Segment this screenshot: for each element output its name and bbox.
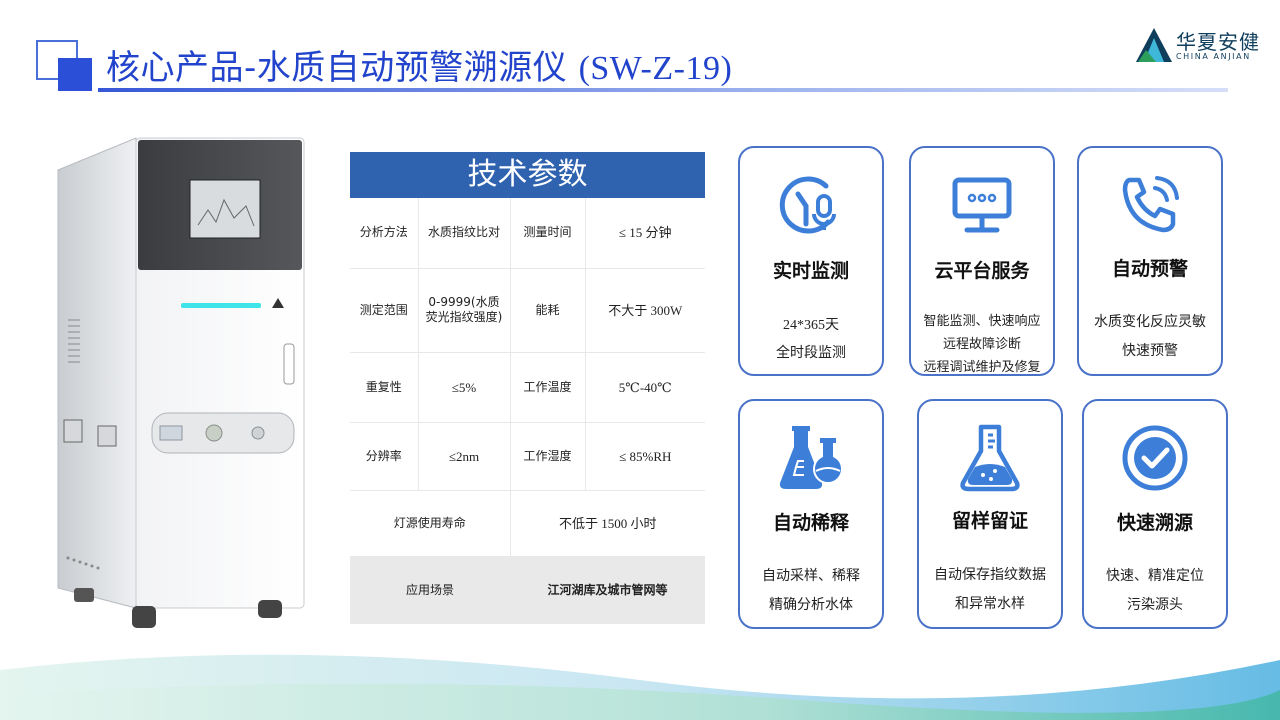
param-label: 工作湿度 — [510, 422, 586, 491]
feature-card-trace: 快速溯源 快速、精准定位 污染源头 — [1082, 399, 1228, 629]
card-line: 快速预警 — [1122, 343, 1178, 359]
param-label: 能耗 — [510, 268, 586, 353]
card-line: 自动保存指纹数据 — [934, 567, 1046, 583]
title-deco-square — [58, 58, 92, 91]
param-value: 江河湖库及城市管网等 — [510, 556, 705, 624]
card-title: 自动稀释 — [772, 512, 849, 534]
check-circle-icon — [1122, 425, 1188, 491]
card-title: 留样留证 — [951, 510, 1028, 532]
param-value: ≤ 85%RH — [585, 422, 705, 491]
param-label: 分析方法 — [350, 198, 419, 269]
card-line: 水质变化反应灵敏 — [1094, 314, 1206, 330]
tech-params-heading: 技术参数 — [350, 152, 705, 198]
logo-name-cn: 华夏安健 — [1176, 30, 1260, 54]
feature-card-realtime: 实时监测 24*365天 全时段监测 — [738, 146, 884, 376]
param-label: 测定范围 — [350, 268, 419, 353]
clock-monitor-icon — [779, 176, 836, 234]
card-line: 24*365天 — [783, 318, 839, 333]
card-line: 快速、精准定位 — [1106, 568, 1204, 584]
table-row: 灯源使用寿命 不低于 1500 小时 — [350, 490, 705, 557]
feature-card-cloud: 云平台服务 智能监测、快速响应 远程故障诊断 远程调试维护及修复 — [909, 146, 1055, 376]
params-grid: 分析方法 水质指纹比对 测量时间 ≤ 15 分钟 测定范围 0-9999(水质荧… — [350, 198, 705, 624]
param-value: 5℃-40℃ — [585, 352, 705, 423]
param-value: 不低于 1500 小时 — [510, 490, 705, 557]
card-title: 云平台服务 — [934, 260, 1030, 282]
feature-card-dilution: 自动稀释 自动采样、稀释 精确分析水体 — [738, 399, 884, 629]
table-row: 应用场景 江河湖库及城市管网等 — [350, 556, 705, 624]
param-value: 不大于 300W — [585, 268, 705, 353]
param-label: 分辨率 — [350, 422, 419, 491]
feature-card-sample: 留样留证 自动保存指纹数据 和异常水样 — [917, 399, 1063, 629]
cloud-server-monitor-icon — [952, 177, 1012, 233]
table-row: 分析方法 水质指纹比对 测量时间 ≤ 15 分钟 — [350, 198, 705, 269]
card-line: 智能监测、快速响应 — [923, 314, 1041, 329]
feature-card-alert: 自动预警 水质变化反应灵敏 快速预警 — [1077, 146, 1223, 376]
card-line: 远程调试维护及修复 — [923, 360, 1041, 375]
param-value: ≤5% — [418, 352, 511, 423]
sample-flask-icon — [960, 424, 1020, 492]
card-line: 精确分析水体 — [769, 597, 853, 613]
param-value: ≤ 15 分钟 — [585, 198, 705, 269]
param-label: 应用场景 — [350, 556, 510, 624]
phone-alert-icon — [1122, 176, 1179, 233]
card-line: 远程故障诊断 — [942, 337, 1021, 352]
card-line: 污染源头 — [1127, 597, 1183, 613]
logo-mountain-icon — [1136, 28, 1172, 62]
page-title-text: 核心产品-水质自动预警溯源仪 — [106, 48, 579, 88]
tech-params-table: 技术参数 分析方法 水质指纹比对 测量时间 ≤ 15 分钟 测定范围 0-999… — [350, 152, 705, 624]
param-label: 测量时间 — [510, 198, 586, 269]
param-label: 重复性 — [350, 352, 419, 423]
table-row: 测定范围 0-9999(水质荧光指纹强度) 能耗 不大于 300W — [350, 268, 705, 353]
bottom-wave-decoration — [0, 654, 1280, 720]
card-title: 实时监测 — [772, 260, 849, 282]
param-value: 0-9999(水质荧光指纹强度) — [418, 268, 511, 353]
card-title: 快速溯源 — [1116, 512, 1193, 534]
title-underline — [98, 88, 1228, 92]
card-line: 自动采样、稀释 — [762, 568, 860, 584]
table-row: 重复性 ≤5% 工作温度 5℃-40℃ — [350, 352, 705, 423]
logo-name-en: CHINA ANJIAN — [1176, 52, 1251, 61]
param-value: 水质指纹比对 — [418, 198, 511, 269]
flask-icon — [779, 426, 843, 489]
card-line: 和异常水样 — [955, 596, 1025, 612]
page-title-model: (SW-Z-19) — [578, 50, 733, 87]
param-label: 灯源使用寿命 — [350, 490, 511, 557]
card-title: 自动预警 — [1111, 258, 1188, 280]
param-value: ≤2nm — [418, 422, 511, 491]
param-label: 工作温度 — [510, 352, 586, 423]
device-illustration — [57, 137, 305, 628]
table-row: 分辨率 ≤2nm 工作湿度 ≤ 85%RH — [350, 422, 705, 491]
company-logo: 华夏安健 CHINA ANJIAN — [1134, 24, 1264, 66]
page-title: 核心产品-水质自动预警溯源仪 (SW-Z-19) — [106, 40, 732, 89]
card-line: 全时段监测 — [776, 345, 846, 361]
